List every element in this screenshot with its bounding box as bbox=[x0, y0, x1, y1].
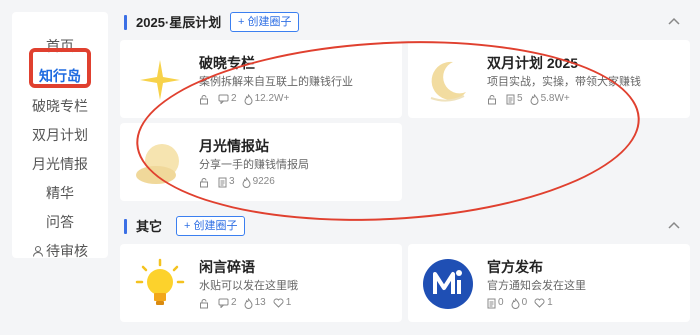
flame-icon bbox=[530, 93, 539, 105]
circle-card[interactable]: 双月计划 2025 项目实战，实操，带领大家赚钱 5 5.8W+ bbox=[408, 40, 690, 118]
card-stats: 5 5.8W+ bbox=[487, 92, 577, 106]
lightbulb-icon bbox=[135, 258, 185, 305]
sidebar-item-moonlight-intel[interactable]: 月光情报 bbox=[12, 154, 108, 174]
like-count: 1 bbox=[547, 297, 553, 308]
doc-stat: 0 bbox=[487, 296, 504, 310]
card-title: 月光情报站 bbox=[199, 138, 269, 154]
flame-icon bbox=[242, 176, 251, 188]
doc-stat: 5 bbox=[506, 92, 523, 106]
star-icon bbox=[140, 60, 180, 100]
sidebar-item-qa[interactable]: 问答 bbox=[12, 212, 108, 232]
card-description: 官方通知会发在这里 bbox=[487, 280, 586, 292]
card-title: 官方发布 bbox=[487, 259, 543, 275]
lock-icon bbox=[200, 177, 208, 187]
heart-icon bbox=[534, 298, 545, 308]
card-description: 水贴可以发在这里哦 bbox=[199, 280, 298, 292]
flame-icon bbox=[511, 297, 520, 309]
lock-stat bbox=[199, 94, 211, 105]
card-stats: 0 0 1 bbox=[487, 296, 560, 310]
section-star-plan: 2025·星辰计划 + 创建圈子 破晓专栏 案例拆解来自互联上的赚钱行业 2 1… bbox=[118, 12, 700, 222]
sidebar-nav: 首页 知行岛 破晓专栏 双月计划 月光情报 精华 问答 待审核 bbox=[12, 12, 108, 261]
card-description: 案例拆解来自互联上的赚钱行业 bbox=[199, 76, 353, 88]
doc-count: 3 bbox=[229, 176, 235, 187]
section-title: 其它 bbox=[136, 219, 163, 234]
heat-stat: 12.2W+ bbox=[244, 92, 290, 106]
document-icon bbox=[487, 298, 496, 308]
card-title: 闲言碎语 bbox=[199, 259, 255, 275]
heat-stat: 5.8W+ bbox=[530, 92, 570, 106]
document-icon bbox=[506, 94, 515, 104]
create-circle-button[interactable]: + 创建圈子 bbox=[176, 216, 246, 236]
heat-count: 12.2W+ bbox=[254, 93, 290, 104]
sidebar-item-poxiao-column[interactable]: 破晓专栏 bbox=[12, 96, 108, 116]
card-description: 项目实战，实操，带领大家赚钱 bbox=[487, 76, 641, 88]
moon-icon bbox=[430, 61, 466, 102]
section-accent-bar bbox=[124, 15, 127, 30]
heart-icon bbox=[273, 298, 284, 308]
section-other: 其它 + 创建圈子 闲言碎语 水贴可以发在这里哦 2 13 1 官方发布 官方通… bbox=[118, 216, 700, 335]
comment-count: 2 bbox=[231, 297, 237, 308]
card-title: 双月计划 2025 bbox=[487, 55, 579, 71]
comment-count: 2 bbox=[231, 93, 237, 104]
lock-stat bbox=[487, 94, 499, 105]
lock-icon bbox=[200, 94, 208, 104]
circle-card[interactable]: 官方发布 官方通知会发在这里 0 0 1 bbox=[408, 244, 690, 322]
comment-icon bbox=[218, 298, 229, 308]
doc-stat: 3 bbox=[218, 175, 235, 189]
comment-stat: 2 bbox=[218, 296, 237, 310]
document-icon bbox=[218, 177, 227, 187]
card-stats: 3 9226 bbox=[199, 175, 282, 189]
brand-logo-icon bbox=[423, 259, 473, 309]
comment-stat: 2 bbox=[218, 92, 237, 106]
heat-count: 13 bbox=[254, 297, 266, 308]
highlight-box bbox=[29, 48, 91, 88]
moon-cloud-icon bbox=[136, 144, 179, 184]
section-header: 2025·星辰计划 + 创建圈子 bbox=[118, 12, 700, 34]
lock-stat bbox=[199, 177, 211, 188]
like-count: 1 bbox=[285, 297, 292, 308]
card-stats: 2 12.2W+ bbox=[199, 92, 296, 106]
section-title: 2025·星辰计划 bbox=[136, 15, 222, 30]
section-header: 其它 + 创建圈子 bbox=[118, 216, 700, 238]
heat-count: 9226 bbox=[252, 176, 275, 187]
heat-stat: 13 bbox=[244, 296, 266, 310]
flame-icon bbox=[244, 93, 253, 105]
sidebar-item-shuangyue-plan[interactable]: 双月计划 bbox=[12, 125, 108, 145]
sidebar-item-label: 待审核 bbox=[46, 243, 88, 259]
lock-stat bbox=[199, 298, 211, 309]
heat-count: 5.8W+ bbox=[540, 93, 570, 104]
comment-icon bbox=[218, 94, 229, 104]
card-description: 分享一手的赚钱情报局 bbox=[199, 159, 309, 171]
circle-card[interactable]: 闲言碎语 水贴可以发在这里哦 2 13 1 bbox=[120, 244, 402, 322]
lock-icon bbox=[488, 94, 496, 104]
flame-icon bbox=[244, 297, 253, 309]
card-stats: 2 13 1 bbox=[199, 296, 298, 310]
section-accent-bar bbox=[124, 219, 127, 234]
circle-card[interactable]: 破晓专栏 案例拆解来自互联上的赚钱行业 2 12.2W+ bbox=[120, 40, 402, 118]
sidebar-item-pending-review[interactable]: 待审核 bbox=[12, 241, 108, 261]
doc-count: 0 bbox=[498, 297, 504, 308]
create-circle-button[interactable]: + 创建圈子 bbox=[230, 12, 300, 32]
chevron-up-icon[interactable] bbox=[666, 218, 682, 234]
sidebar-item-featured[interactable]: 精华 bbox=[12, 183, 108, 203]
lock-icon bbox=[200, 298, 208, 308]
circle-card[interactable]: 月光情报站 分享一手的赚钱情报局 3 9226 bbox=[120, 123, 402, 201]
chevron-up-icon[interactable] bbox=[666, 14, 682, 30]
heat-count: 0 bbox=[521, 297, 528, 308]
like-stat: 1 bbox=[534, 296, 553, 310]
heat-stat: 9226 bbox=[242, 175, 275, 189]
doc-count: 5 bbox=[517, 93, 523, 104]
user-icon bbox=[33, 246, 43, 257]
heat-stat: 0 bbox=[511, 296, 528, 310]
like-stat: 1 bbox=[273, 296, 292, 310]
card-title: 破晓专栏 bbox=[199, 55, 255, 71]
